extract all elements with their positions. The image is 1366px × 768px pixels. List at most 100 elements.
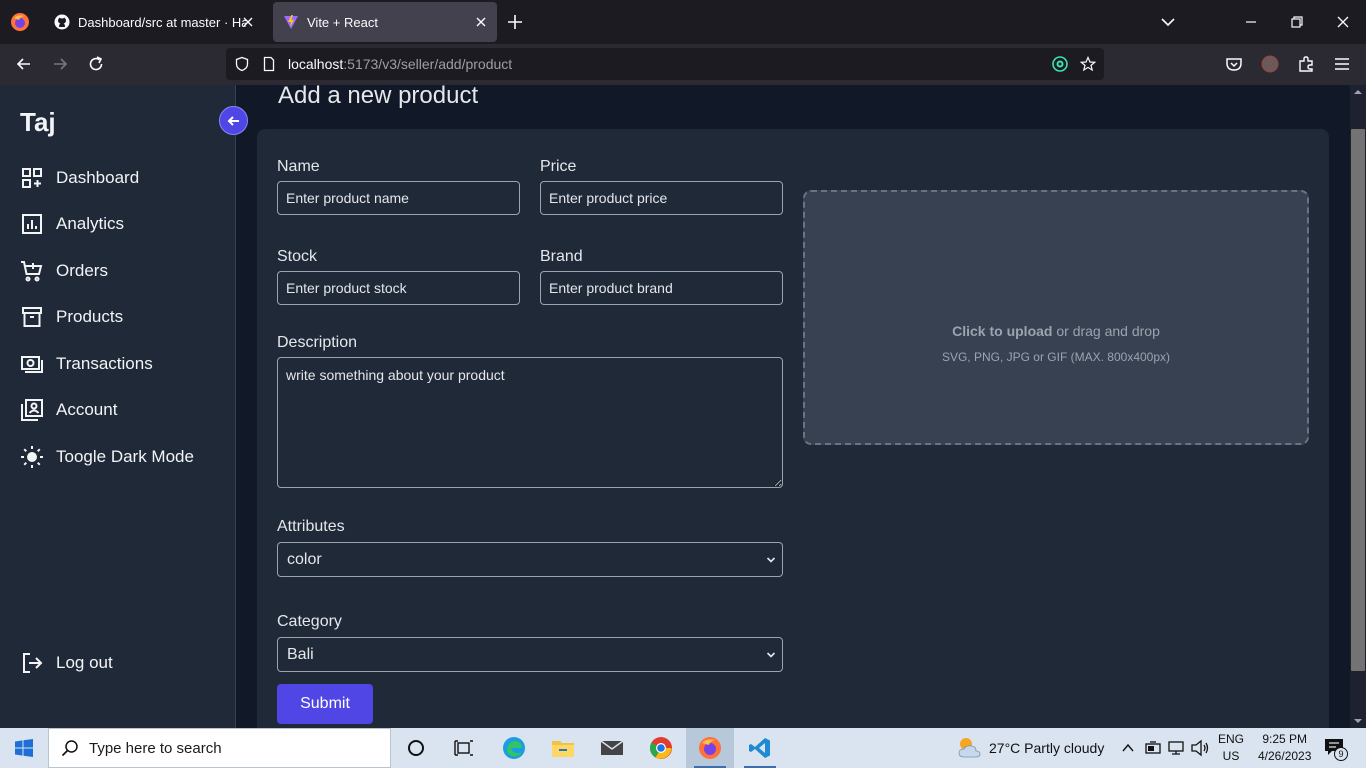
taskbar-clock[interactable]: 9:25 PM 4/26/2023 bbox=[1258, 731, 1311, 765]
firefox-menu-icon[interactable] bbox=[10, 12, 30, 32]
category-select[interactable]: Bali bbox=[277, 637, 783, 672]
start-button[interactable] bbox=[0, 728, 48, 768]
taskbar-chrome[interactable] bbox=[637, 728, 685, 768]
taskbar-firefox[interactable] bbox=[686, 728, 734, 768]
main-content: Add a new product Name Price Stock Brand… bbox=[237, 85, 1350, 728]
mail-envelope-icon bbox=[600, 740, 624, 755]
add-product-form: Name Price Stock Brand Description Attri… bbox=[257, 129, 1329, 728]
page-title: Add a new product bbox=[278, 85, 479, 109]
sidebar-item-orders[interactable]: Orders bbox=[20, 256, 108, 286]
taskbar-file-explorer[interactable] bbox=[539, 728, 587, 768]
scroll-up-arrow-icon[interactable] bbox=[1353, 88, 1363, 96]
extensions-puzzle-icon[interactable] bbox=[1296, 54, 1316, 74]
product-name-input[interactable] bbox=[277, 181, 520, 215]
url-text[interactable]: localhost:5173/v3/seller/add/product bbox=[288, 56, 512, 72]
cortana-button[interactable] bbox=[392, 728, 440, 768]
collapse-sidebar-button[interactable] bbox=[219, 106, 248, 135]
notification-center-button[interactable]: 9 bbox=[1324, 738, 1348, 761]
github-icon bbox=[54, 14, 70, 30]
logout-button[interactable]: Log out bbox=[20, 648, 113, 678]
device-battery-icon[interactable] bbox=[1144, 740, 1162, 756]
page-scrollbar[interactable] bbox=[1350, 85, 1366, 728]
reload-icon[interactable] bbox=[86, 54, 106, 74]
sidebar-item-dashboard[interactable]: Dashboard bbox=[20, 163, 139, 193]
taskbar-mail[interactable] bbox=[588, 728, 636, 768]
edge-browser-icon bbox=[503, 737, 525, 759]
sidebar-item-toggle-dark-mode[interactable]: Toogle Dark Mode bbox=[20, 442, 194, 472]
minimize-icon[interactable] bbox=[1241, 12, 1261, 32]
bookmark-star-icon[interactable] bbox=[1080, 56, 1096, 72]
name-label: Name bbox=[277, 158, 320, 175]
upload-instructions: Click to upload or drag and drop bbox=[952, 323, 1160, 339]
partly-cloudy-weather-icon[interactable] bbox=[956, 735, 982, 759]
sidebar-item-label: Account bbox=[56, 400, 118, 419]
browser-nav-bar: localhost:5173/v3/seller/add/product bbox=[0, 44, 1366, 85]
browser-tab-bar: Dashboard/src at master · Hayat Vite + R… bbox=[0, 0, 1366, 44]
task-view-icon bbox=[454, 740, 473, 756]
url-bar[interactable]: localhost:5173/v3/seller/add/product bbox=[226, 48, 1104, 80]
forward-arrow-icon[interactable] bbox=[50, 54, 70, 74]
sidebar-item-transactions[interactable]: Transactions bbox=[20, 349, 153, 379]
attributes-select[interactable]: color bbox=[277, 542, 783, 577]
price-label: Price bbox=[540, 158, 577, 175]
chevron-up-icon[interactable] bbox=[1121, 741, 1135, 755]
back-arrow-icon[interactable] bbox=[14, 54, 34, 74]
analytics-chart-icon bbox=[22, 214, 42, 234]
network-icon[interactable] bbox=[1167, 740, 1185, 756]
input-language-indicator[interactable]: ENG US bbox=[1218, 731, 1244, 765]
product-price-input[interactable] bbox=[540, 181, 783, 215]
page-icon[interactable] bbox=[261, 56, 277, 72]
sidebar-item-label: Transactions bbox=[56, 354, 153, 373]
product-description-textarea[interactable] bbox=[277, 357, 783, 488]
page-content: Taj Dashboard Analytics Orders Products … bbox=[0, 85, 1350, 728]
taskbar-edge[interactable] bbox=[490, 728, 538, 768]
pocket-icon[interactable] bbox=[1224, 54, 1244, 74]
shield-icon[interactable] bbox=[234, 56, 250, 72]
restore-icon[interactable] bbox=[1287, 12, 1307, 32]
product-brand-input[interactable] bbox=[540, 271, 783, 305]
taskbar-vscode[interactable] bbox=[736, 728, 784, 768]
taskbar-search-box[interactable]: Type here to search bbox=[48, 728, 391, 768]
sidebar-item-products[interactable]: Products bbox=[20, 302, 123, 332]
search-icon bbox=[61, 740, 78, 757]
close-window-icon[interactable] bbox=[1333, 12, 1353, 32]
clock-date: 4/26/2023 bbox=[1258, 749, 1312, 763]
windows-logo-icon bbox=[15, 739, 33, 757]
new-tab-icon[interactable] bbox=[505, 12, 525, 32]
chrome-browser-icon bbox=[650, 737, 672, 759]
close-tab-icon[interactable] bbox=[240, 14, 256, 30]
tab-github[interactable]: Dashboard/src at master · Hayat bbox=[44, 2, 264, 42]
submit-button[interactable]: Submit bbox=[277, 684, 373, 724]
volume-speaker-icon[interactable] bbox=[1190, 739, 1210, 757]
task-view-button[interactable] bbox=[440, 728, 488, 768]
scroll-down-arrow-icon[interactable] bbox=[1353, 717, 1363, 725]
sidebar-item-label: Dashboard bbox=[56, 168, 140, 187]
cart-icon bbox=[21, 261, 43, 282]
hamburger-menu-icon[interactable] bbox=[1332, 54, 1352, 74]
vscode-icon bbox=[749, 738, 770, 758]
search-placeholder: Type here to search bbox=[89, 739, 222, 757]
close-tab-icon[interactable] bbox=[473, 14, 489, 30]
list-all-tabs-icon[interactable] bbox=[1158, 12, 1178, 32]
category-selected-value: Bali bbox=[287, 645, 314, 663]
tab-title: Dashboard/src at master · Hayat bbox=[78, 14, 246, 30]
sidebar-item-label: Orders bbox=[56, 261, 108, 280]
clock-time: 9:25 PM bbox=[1262, 732, 1308, 746]
sidebar-item-account[interactable]: Account bbox=[20, 395, 117, 425]
cash-icon bbox=[21, 356, 43, 373]
dashboard-grid-icon bbox=[22, 168, 42, 188]
attributes-selected-value: color bbox=[287, 550, 322, 568]
scrollbar-thumb[interactable] bbox=[1351, 129, 1365, 671]
weather-text[interactable]: 27°C Partly cloudy bbox=[989, 740, 1104, 756]
sun-icon bbox=[21, 446, 43, 468]
account-card-icon bbox=[21, 399, 43, 421]
product-stock-input[interactable] bbox=[277, 271, 520, 305]
folder-icon bbox=[552, 741, 574, 757]
account-avatar-icon[interactable] bbox=[1260, 54, 1280, 74]
sidebar-item-analytics[interactable]: Analytics bbox=[20, 209, 124, 239]
extension-target-icon[interactable] bbox=[1052, 56, 1068, 72]
image-upload-dropzone[interactable]: Click to upload or drag and drop SVG, PN… bbox=[803, 190, 1309, 445]
cortana-circle-icon bbox=[408, 740, 424, 756]
chevron-down-icon bbox=[766, 652, 776, 658]
tab-vite-react[interactable]: Vite + React bbox=[273, 2, 497, 42]
